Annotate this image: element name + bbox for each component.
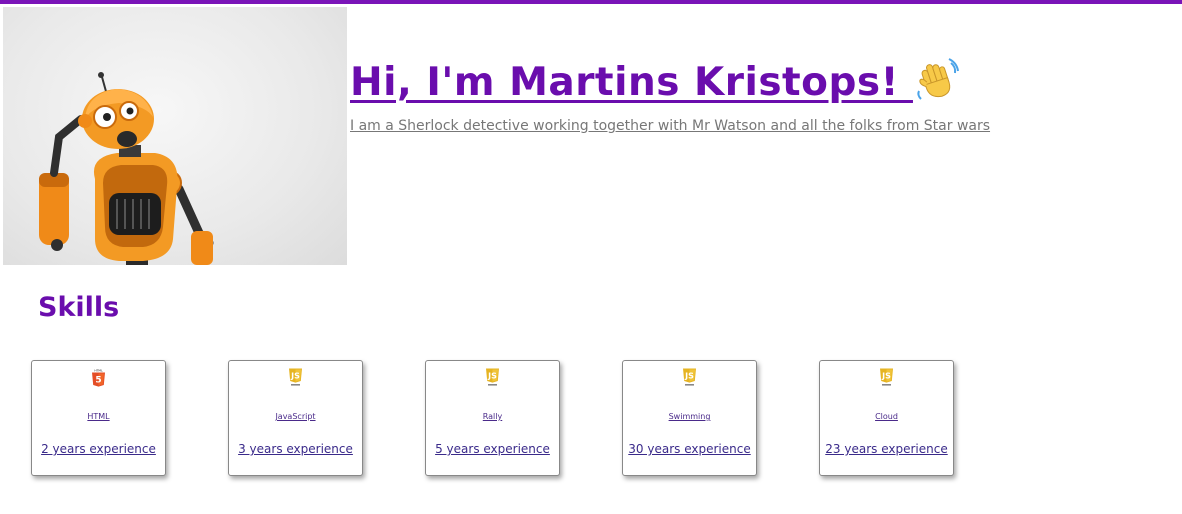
skill-experience[interactable]: 5 years experience bbox=[426, 442, 559, 456]
javascript-icon: JS bbox=[683, 368, 696, 386]
top-accent-bar bbox=[0, 0, 1182, 4]
page-subtitle[interactable]: I am a Sherlock detective working togeth… bbox=[350, 118, 990, 134]
skill-card-swimming[interactable]: JS Swimming 30 years experience bbox=[622, 360, 757, 476]
skill-name[interactable]: Swimming bbox=[623, 412, 756, 421]
skill-experience[interactable]: 30 years experience bbox=[623, 442, 756, 456]
skill-card-html[interactable]: HTML 5 HTML 2 years experience bbox=[31, 360, 166, 476]
profile-image-robot bbox=[3, 7, 347, 265]
skill-name[interactable]: JavaScript bbox=[229, 412, 362, 421]
skill-name[interactable]: HTML bbox=[32, 412, 165, 421]
page-title-text: Hi, I'm Martins Kristops! bbox=[350, 60, 913, 105]
skill-experience[interactable]: 23 years experience bbox=[820, 442, 953, 456]
skill-card-rally[interactable]: JS Rally 5 years experience bbox=[425, 360, 560, 476]
svg-text:JS: JS bbox=[881, 372, 891, 381]
skill-experience[interactable]: 2 years experience bbox=[32, 442, 165, 456]
header: Hi, I'm Martins Kristops! I am a Sherloc… bbox=[350, 56, 990, 134]
javascript-icon: JS bbox=[486, 368, 499, 386]
skill-card-cloud[interactable]: JS Cloud 23 years experience bbox=[819, 360, 954, 476]
skill-experience[interactable]: 3 years experience bbox=[229, 442, 362, 456]
waving-hand-icon bbox=[915, 57, 959, 101]
svg-text:JS: JS bbox=[684, 372, 694, 381]
svg-text:JS: JS bbox=[290, 372, 300, 381]
skill-name[interactable]: Cloud bbox=[820, 412, 953, 421]
javascript-icon: JS bbox=[289, 368, 302, 386]
svg-text:JS: JS bbox=[487, 372, 497, 381]
html5-icon: HTML 5 bbox=[92, 369, 105, 387]
svg-text:HTML: HTML bbox=[94, 369, 103, 373]
skill-name[interactable]: Rally bbox=[426, 412, 559, 421]
svg-text:5: 5 bbox=[95, 376, 101, 386]
skills-heading: Skills bbox=[38, 292, 120, 323]
skill-card-javascript[interactable]: JS JavaScript 3 years experience bbox=[228, 360, 363, 476]
page-title[interactable]: Hi, I'm Martins Kristops! bbox=[350, 56, 959, 110]
javascript-icon: JS bbox=[880, 368, 893, 386]
